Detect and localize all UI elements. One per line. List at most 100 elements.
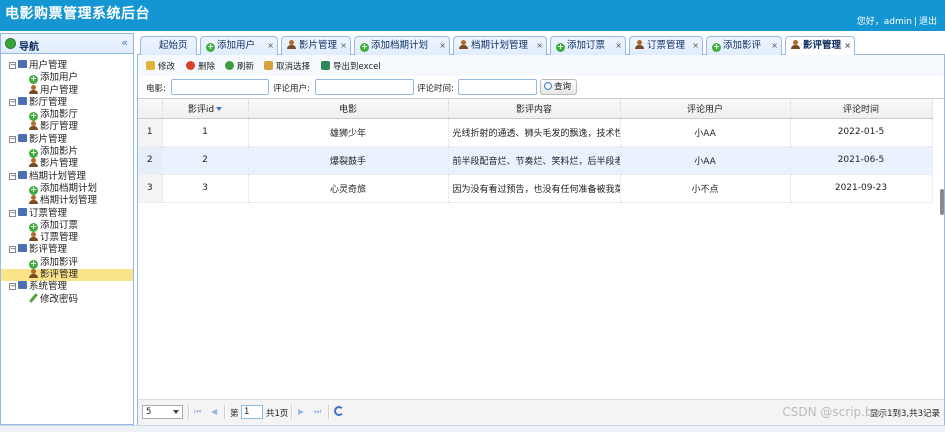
tab-bar: 起始页 + 添加用户 × 影片管理 × + 添加档期计划 × 档期计划管理 × + 添加订票 × 订票管理 ×… (137, 33, 945, 56)
vertical-scrollbar[interactable] (940, 189, 944, 215)
sidebar-group[interactable]: − 用户管理 (1, 60, 133, 72)
column-header-time[interactable]: 评论时间 (790, 99, 933, 119)
tab[interactable]: 起始页 (140, 36, 197, 55)
sidebar-item[interactable]: 档期计划管理 (1, 195, 133, 207)
close-icon[interactable]: × (267, 37, 274, 54)
delete-button[interactable]: 删除 (186, 60, 215, 72)
column-header-movie[interactable]: 电影 (248, 99, 449, 119)
table-row[interactable]: 3 3 心灵奇旅 因为没有看过预告，也没有任何准备被我菜 小不点 2021-09… (138, 174, 933, 203)
sidebar-item[interactable]: 影厅管理 (1, 121, 133, 133)
user-icon (29, 232, 38, 242)
first-page-icon[interactable]: ⏮ (194, 407, 201, 417)
page-total: 共1页 (266, 409, 289, 419)
column-header-id-label: 影评id (187, 104, 215, 115)
collapse-toggle-icon[interactable]: − (9, 209, 16, 217)
app-header: 电影购票管理系统后台 您好，admin | 退出 (0, 0, 945, 31)
cell-time: 2021-09-23 (790, 174, 933, 203)
sidebar-item-label: 添加订票 (40, 219, 79, 231)
add-icon: + (29, 184, 38, 195)
sidebar-item[interactable]: + 添加订票 (1, 220, 133, 232)
watermark: CSDN @scrip.boy (782, 405, 887, 419)
query-button[interactable]: 查询 (540, 79, 577, 95)
greeting-text: 您好， (856, 17, 884, 27)
add-icon: + (556, 42, 565, 52)
next-page-icon[interactable]: ▶ (298, 407, 304, 416)
sidebar-item[interactable]: + 添加影片 (1, 146, 133, 159)
refresh-button[interactable]: 刷新 (225, 60, 254, 72)
close-icon[interactable]: × (615, 37, 622, 54)
close-icon[interactable]: × (536, 37, 543, 54)
sidebar-item[interactable]: + 添加影厅 (1, 109, 133, 122)
sidebar-item[interactable]: + 添加用户 (1, 72, 133, 85)
sidebar-group[interactable]: − 影评管理 (1, 244, 133, 256)
collapse-toggle-icon[interactable]: − (9, 135, 16, 143)
sidebar-group-label: 订票管理 (29, 207, 68, 219)
sidebar-item[interactable]: + 添加档期计划 (1, 183, 133, 195)
sidebar-header: 导航 « (1, 34, 133, 54)
tab[interactable]: 影评管理 × (785, 36, 855, 56)
table-row[interactable]: 1 1 雄狮少年 光线折射的通透、狮头毛发的飘逸，技术性 小AA 2022-01… (138, 118, 933, 147)
sidebar-item[interactable]: 影评管理 (1, 269, 133, 282)
collapse-icon[interactable]: « (121, 36, 128, 49)
tab[interactable]: 档期计划管理 × (453, 36, 547, 55)
sidebar-item[interactable]: 订票管理 (1, 232, 133, 244)
cell-user: 小AA (620, 118, 791, 147)
tab[interactable]: + 添加档期计划 × (354, 36, 450, 55)
cancel-select-button[interactable]: 取消选择 (264, 60, 310, 72)
collapse-toggle-icon[interactable]: − (9, 62, 16, 69)
collapse-toggle-icon[interactable]: − (9, 172, 16, 180)
export-excel-button[interactable]: 导出到excel (321, 60, 381, 72)
close-icon[interactable]: × (340, 37, 347, 54)
sidebar-group[interactable]: − 系统管理 (1, 281, 133, 293)
sidebar-group[interactable]: − 影片管理 (1, 133, 133, 146)
column-header-id[interactable]: 影评id (162, 99, 249, 119)
pager-divider (291, 405, 293, 419)
tab-label: 添加订票 (567, 40, 606, 51)
tab-label: 添加影评 (723, 40, 762, 51)
close-icon[interactable]: × (844, 37, 851, 54)
tab[interactable]: + 添加用户 × (200, 36, 278, 55)
user-icon (29, 121, 38, 131)
page-number-input[interactable]: 1 (241, 405, 263, 419)
logout-link[interactable]: 退出 (919, 17, 937, 27)
collapse-toggle-icon[interactable]: − (9, 283, 16, 291)
close-icon[interactable]: × (439, 37, 446, 54)
last-page-icon[interactable]: ⏭ (314, 407, 321, 417)
sidebar-item-label: 影片管理 (40, 158, 79, 170)
page-size-select[interactable]: 5 (142, 405, 183, 419)
tab[interactable]: + 添加订票 × (550, 36, 626, 55)
table-row[interactable]: 2 2 爆裂鼓手 前半段配音烂、节奏烂、笑料烂，后半段老 小AA 2021-06… (138, 146, 933, 175)
movie-search-input[interactable] (171, 79, 269, 95)
cell-time: 2022-01-5 (790, 118, 933, 147)
column-header-user[interactable]: 评论用户 (620, 99, 791, 119)
user-label: 评论用户: (273, 84, 310, 94)
sidebar-item[interactable]: 影片管理 (1, 158, 133, 170)
column-header-content[interactable]: 影评内容 (448, 99, 621, 119)
refresh-icon[interactable] (334, 406, 344, 416)
tab[interactable]: 订票管理 × (629, 36, 703, 55)
sidebar-group[interactable]: − 订票管理 (1, 207, 133, 220)
user-icon (29, 269, 38, 279)
sidebar-item[interactable]: 用户管理 (1, 84, 133, 97)
sidebar-item-label: 影厅管理 (40, 121, 79, 133)
tab[interactable]: 影片管理 × (281, 36, 351, 55)
collapse-toggle-icon[interactable]: − (9, 246, 16, 254)
close-icon[interactable]: × (771, 37, 778, 54)
pager-divider (224, 405, 226, 419)
prev-page-icon[interactable]: ◀ (211, 407, 217, 416)
sidebar-item[interactable]: 修改密码 (1, 294, 133, 306)
sort-desc-icon (216, 106, 223, 111)
sidebar-group[interactable]: − 档期计划管理 (1, 170, 133, 183)
cell-time: 2021-06-5 (790, 146, 933, 175)
cell-user: 小不点 (620, 174, 791, 203)
rownum-header (138, 99, 163, 119)
cell-id: 2 (162, 146, 249, 175)
user-search-input[interactable] (315, 79, 414, 95)
time-search-input[interactable] (458, 79, 537, 95)
edit-button[interactable]: 修改 (146, 60, 175, 72)
sidebar-group[interactable]: − 影厅管理 (1, 96, 133, 109)
tab[interactable]: + 添加影评 × (706, 36, 782, 55)
close-icon[interactable]: × (692, 37, 699, 54)
sidebar-item[interactable]: + 添加影评 (1, 257, 133, 269)
collapse-toggle-icon[interactable]: − (9, 98, 16, 106)
